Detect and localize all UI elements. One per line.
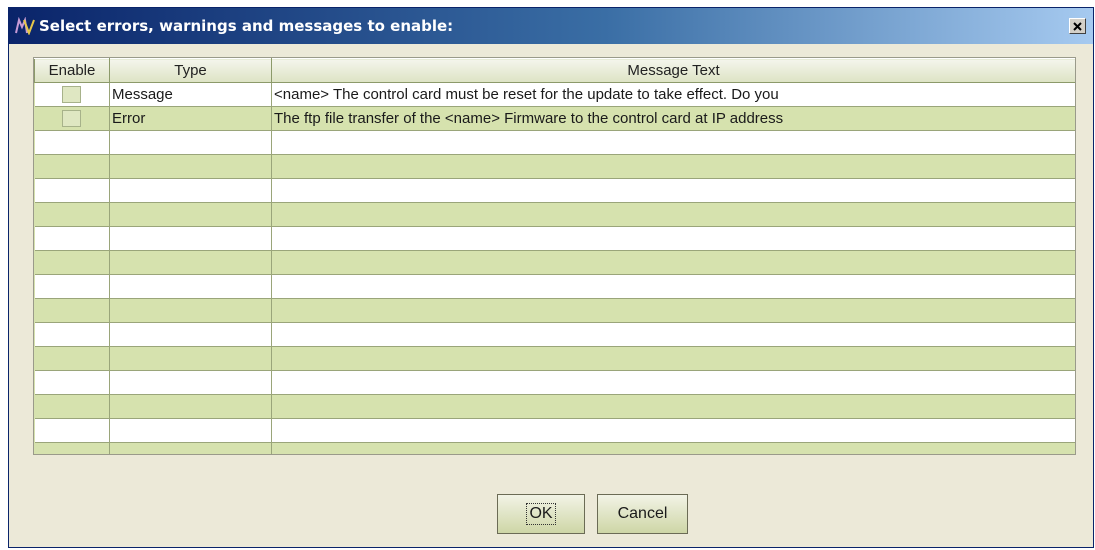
table-row[interactable] <box>34 370 1075 395</box>
table-row[interactable]: Error The ftp file transfer of the <name… <box>34 106 1075 131</box>
type-cell <box>109 226 272 251</box>
type-cell <box>109 394 272 419</box>
message-text-cell <box>271 274 1075 299</box>
enable-cell[interactable] <box>34 250 110 275</box>
type-cell <box>109 418 272 443</box>
message-text-cell <box>271 250 1075 275</box>
enable-cell[interactable] <box>34 442 110 454</box>
enable-cell[interactable] <box>34 82 110 107</box>
message-text-cell <box>271 226 1075 251</box>
column-header-type[interactable]: Type <box>109 58 272 83</box>
table-row[interactable] <box>34 346 1075 371</box>
title-bar[interactable]: Select errors, warnings and messages to … <box>9 8 1093 44</box>
message-text-cell <box>271 154 1075 179</box>
message-text-cell <box>271 130 1075 155</box>
enable-cell[interactable] <box>34 154 110 179</box>
close-button[interactable] <box>1069 18 1086 34</box>
enable-checkbox[interactable] <box>62 86 82 104</box>
table-row[interactable]: Message <name> The control card must be … <box>34 82 1075 107</box>
type-cell <box>109 178 272 203</box>
message-text-cell <box>271 370 1075 395</box>
table-row[interactable] <box>34 130 1075 155</box>
type-cell: Message <box>109 82 272 107</box>
type-cell <box>109 250 272 275</box>
cancel-button[interactable]: Cancel <box>597 494 688 534</box>
enable-cell[interactable] <box>34 394 110 419</box>
enable-cell[interactable] <box>34 418 110 443</box>
enable-cell[interactable] <box>34 202 110 227</box>
message-text-cell <box>271 346 1075 371</box>
enable-cell[interactable] <box>34 346 110 371</box>
column-header-enable[interactable]: Enable <box>34 58 110 83</box>
type-cell <box>109 322 272 347</box>
message-text-cell <box>271 178 1075 203</box>
type-cell <box>109 202 272 227</box>
table-header-row: Enable Type Message Text <box>34 58 1075 83</box>
enable-cell[interactable] <box>34 274 110 299</box>
table-row[interactable] <box>34 274 1075 299</box>
enable-cell[interactable] <box>34 130 110 155</box>
type-cell <box>109 370 272 395</box>
table-row[interactable] <box>34 298 1075 323</box>
type-cell <box>109 274 272 299</box>
table-row[interactable] <box>34 154 1075 179</box>
table-row[interactable] <box>34 178 1075 203</box>
message-text-cell <box>271 442 1075 454</box>
message-text-cell: The ftp file transfer of the <name> Firm… <box>271 106 1075 131</box>
enable-cell[interactable] <box>34 322 110 347</box>
type-cell: Error <box>109 106 272 131</box>
message-table[interactable]: Enable Type Message Text Message <name> … <box>33 57 1076 455</box>
enable-cell[interactable] <box>34 370 110 395</box>
dialog-window: Select errors, warnings and messages to … <box>8 7 1094 548</box>
table-row[interactable] <box>34 394 1075 419</box>
enable-cell[interactable] <box>34 178 110 203</box>
type-cell <box>109 346 272 371</box>
enable-checkbox[interactable] <box>62 110 82 128</box>
mv-logo-icon <box>15 16 35 36</box>
type-cell <box>109 130 272 155</box>
type-cell <box>109 298 272 323</box>
message-text-cell: <name> The control card must be reset fo… <box>271 82 1075 107</box>
message-text-cell <box>271 418 1075 443</box>
column-header-message-text[interactable]: Message Text <box>271 58 1075 83</box>
message-text-cell <box>271 394 1075 419</box>
table-row[interactable] <box>34 322 1075 347</box>
ok-button-label: OK <box>526 503 556 525</box>
close-icon <box>1073 21 1082 31</box>
table-row[interactable] <box>34 418 1075 443</box>
enable-cell[interactable] <box>34 226 110 251</box>
enable-cell[interactable] <box>34 298 110 323</box>
table-row[interactable] <box>34 250 1075 275</box>
enable-cell[interactable] <box>34 106 110 131</box>
message-text-cell <box>271 298 1075 323</box>
table-row[interactable] <box>34 202 1075 227</box>
table-row[interactable] <box>34 226 1075 251</box>
ok-button[interactable]: OK <box>497 494 585 534</box>
message-text-cell <box>271 322 1075 347</box>
table-row[interactable] <box>34 442 1075 454</box>
type-cell <box>109 154 272 179</box>
type-cell <box>109 442 272 454</box>
window-title: Select errors, warnings and messages to … <box>39 17 454 35</box>
message-text-cell <box>271 202 1075 227</box>
